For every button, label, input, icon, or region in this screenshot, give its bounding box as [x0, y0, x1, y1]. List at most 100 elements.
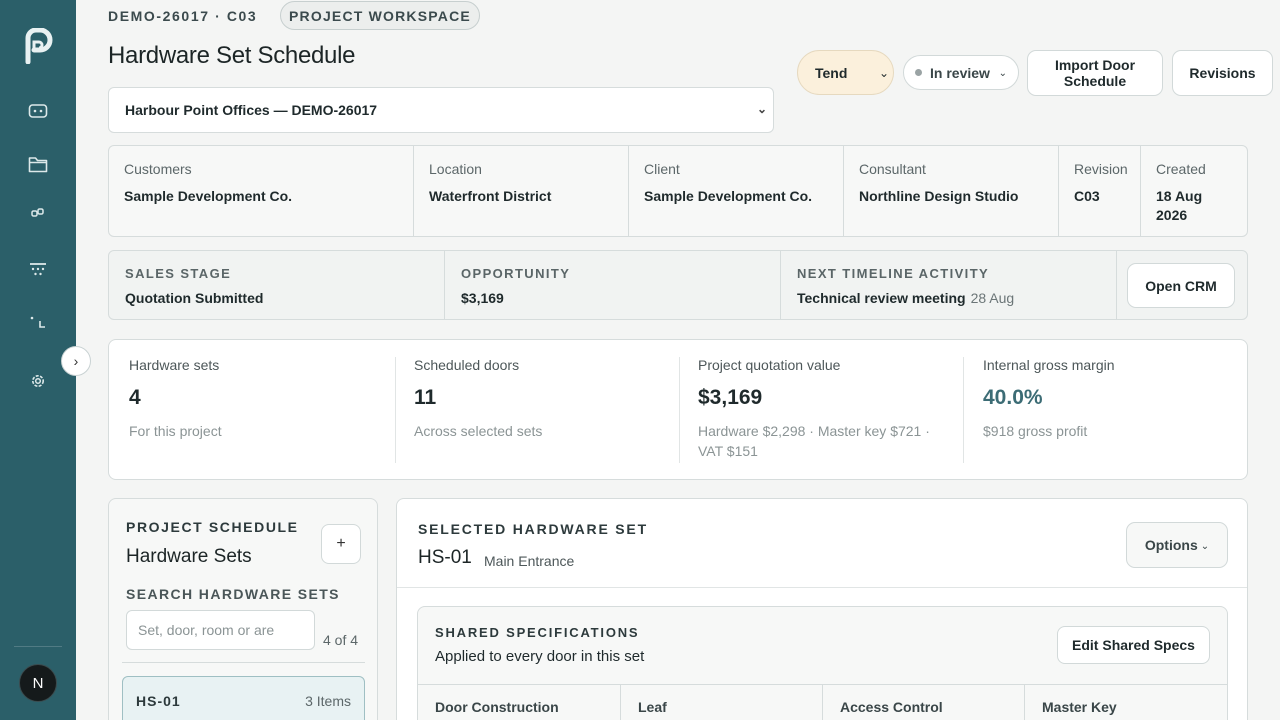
stat-value: 40.0%: [983, 386, 1043, 409]
status-label: In review: [930, 64, 990, 81]
stat-divider: [963, 357, 964, 463]
set-item-count: 3 Items: [305, 693, 351, 709]
info-customers: Customers Sample Development Co.: [109, 146, 414, 236]
folder-icon[interactable]: [26, 152, 50, 176]
spec-column-header: Door Construction: [435, 699, 559, 715]
search-caption: SEARCH HARDWARE SETS: [126, 586, 340, 602]
stat-value: 4: [129, 386, 141, 409]
sales-stage-value: Quotation Submitted: [125, 290, 264, 306]
spec-column-header: Leaf: [620, 684, 823, 720]
info-value: Northline Design Studio: [859, 188, 1019, 204]
opportunity-label: OPPORTUNITY: [461, 266, 571, 281]
info-value: C03: [1074, 188, 1100, 204]
sidebar-divider: [14, 646, 62, 647]
spec-column-header: Access Control: [822, 684, 1025, 720]
corner-icon[interactable]: [26, 310, 50, 334]
sidebar-expand-button[interactable]: ›: [61, 346, 91, 376]
timeline-label: NEXT TIMELINE ACTIVITY: [797, 266, 990, 281]
page-title: Hardware Set Schedule: [108, 42, 356, 69]
stat-sub: Across selected sets: [414, 423, 543, 439]
chevron-down-icon: ⌄: [878, 66, 889, 80]
sales-strip: SALES STAGE Quotation Submitted OPPORTUN…: [108, 250, 1248, 320]
stat-label: Scheduled doors: [414, 357, 520, 373]
set-code: HS-01: [136, 693, 181, 709]
opportunity-value: $3,169: [461, 290, 504, 306]
stat-sub-line1: Hardware $2,298 · Master key $721 ·: [698, 423, 930, 439]
divider: [122, 662, 365, 663]
stat-scheduled-doors: Scheduled doors 11 Across selected sets: [414, 357, 674, 463]
options-label: Options: [1144, 537, 1198, 553]
shared-specs-caption: SHARED SPECIFICATIONS: [435, 625, 640, 640]
hardware-set-item[interactable]: HS-01 3 Items: [122, 676, 365, 720]
info-revision: Revision C03: [1059, 146, 1141, 236]
tend-dropdown[interactable]: Tend ⌄: [797, 50, 894, 95]
stat-sub-line2: VAT $151: [698, 443, 758, 459]
project-info-grid: Customers Sample Development Co. Locatio…: [108, 145, 1248, 237]
info-value: Sample Development Co.: [124, 188, 293, 204]
stat-label: Hardware sets: [129, 357, 220, 373]
selected-set-caption: SELECTED HARDWARE SET: [418, 521, 648, 537]
stat-gross-margin: Internal gross margin 40.0% $918 gross p…: [983, 357, 1233, 463]
shared-specifications-card: SHARED SPECIFICATIONS Applied to every d…: [417, 606, 1228, 720]
project-code: DEMO-26017 · C03: [108, 8, 258, 24]
info-label: Revision: [1074, 161, 1128, 177]
info-value: 18 Aug 2026: [1156, 187, 1232, 225]
import-label-line1: Import Door: [1054, 57, 1136, 73]
timeline-date: 28 Aug: [970, 290, 1015, 306]
info-consultant: Consultant Northline Design Studio: [844, 146, 1059, 236]
info-location: Location Waterfront District: [414, 146, 629, 236]
search-hardware-sets-input[interactable]: [126, 610, 315, 650]
dashboard-icon[interactable]: [26, 99, 50, 123]
info-label: Consultant: [859, 161, 926, 177]
stats-panel: Hardware sets 4 For this project Schedul…: [108, 339, 1248, 480]
info-created: Created 18 Aug 2026: [1141, 146, 1247, 236]
stat-value: 11: [414, 386, 437, 409]
created-year: 2026: [1156, 207, 1188, 223]
timeline-value: Technical review meeting: [797, 290, 966, 306]
selected-set-name: Main Entrance: [484, 553, 575, 569]
stat-divider: [395, 357, 396, 463]
open-crm-button[interactable]: Open CRM: [1127, 263, 1235, 308]
filter-icon[interactable]: [26, 257, 50, 281]
opportunity: OPPORTUNITY $3,169: [445, 251, 781, 319]
stat-label: Project quotation value: [698, 357, 841, 373]
project-select[interactable]: Harbour Point Offices — DEMO-26017 ⌄: [108, 87, 774, 133]
divider: [397, 587, 1247, 588]
info-client: Client Sample Development Co.: [629, 146, 844, 236]
add-hardware-set-button[interactable]: +: [321, 524, 361, 564]
stat-sub: For this project: [129, 423, 222, 439]
link-icon[interactable]: [26, 201, 50, 225]
chevron-down-icon: ⌄: [756, 102, 767, 116]
status-dot-icon: [915, 69, 922, 76]
info-label: Location: [429, 161, 482, 177]
project-schedule-caption: PROJECT SCHEDULE: [126, 519, 299, 535]
stat-sub: $918 gross profit: [983, 423, 1088, 439]
hardware-sets-title: Hardware Sets: [126, 546, 252, 567]
chevron-down-icon: ⌄: [998, 68, 1007, 79]
hardware-sets-panel: PROJECT SCHEDULE Hardware Sets + SEARCH …: [108, 498, 378, 720]
created-date: 18 Aug: [1156, 188, 1203, 204]
edit-shared-specs-button[interactable]: Edit Shared Specs: [1057, 626, 1210, 664]
import-label-line2: Schedule: [1063, 73, 1127, 89]
info-label: Customers: [124, 161, 192, 177]
stat-value: $3,169: [698, 386, 763, 409]
brand-logo-icon[interactable]: [22, 27, 56, 65]
stat-hardware-sets: Hardware sets 4 For this project: [129, 357, 389, 463]
info-label: Client: [644, 161, 680, 177]
sales-stage-label: SALES STAGE: [125, 266, 232, 281]
project-select-value: Harbour Point Offices — DEMO-26017: [125, 102, 378, 118]
status-dropdown[interactable]: In review ⌄: [903, 55, 1019, 90]
settings-icon[interactable]: [26, 369, 50, 393]
shared-specs-subtitle: Applied to every door in this set: [435, 648, 645, 665]
stat-quotation-value: Project quotation value $3,169 Hardware …: [698, 357, 958, 463]
spec-column-header: Master Key: [1024, 684, 1227, 720]
info-label: Created: [1156, 161, 1206, 177]
revisions-button[interactable]: Revisions: [1172, 50, 1273, 96]
stat-divider: [679, 357, 680, 463]
selected-hardware-set-panel: SELECTED HARDWARE SET HS-01 Main Entranc…: [396, 498, 1248, 720]
import-door-schedule-button[interactable]: Import Door Schedule: [1027, 50, 1163, 96]
tend-label: Tend: [815, 64, 848, 81]
options-button[interactable]: Options ⌄: [1126, 522, 1228, 568]
stat-label: Internal gross margin: [983, 357, 1115, 373]
user-avatar[interactable]: N: [19, 664, 57, 702]
